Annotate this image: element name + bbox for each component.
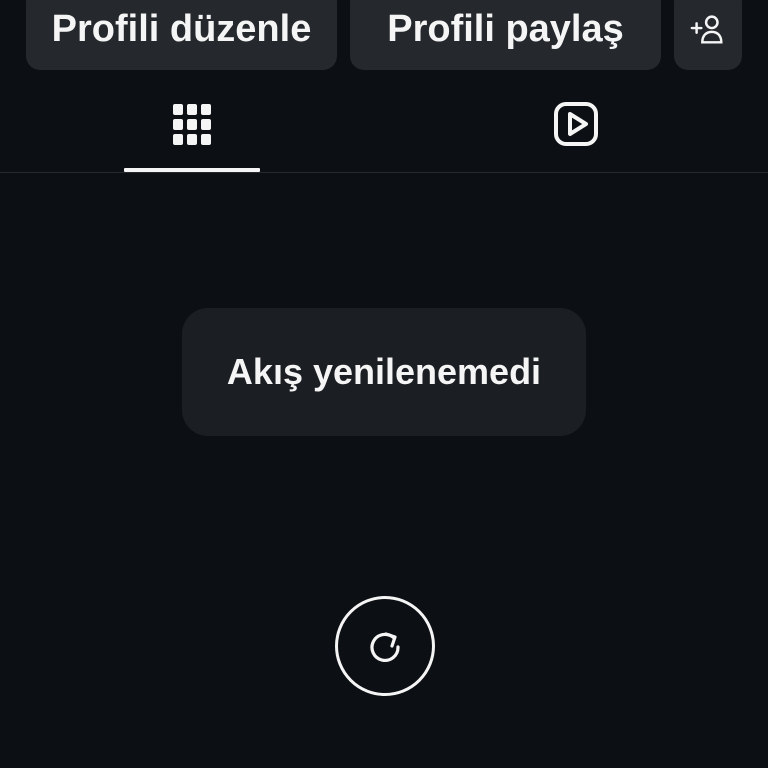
profile-actions: Profili düzenle Profili paylaş — [26, 0, 742, 70]
retry-button[interactable] — [335, 596, 435, 696]
refresh-icon — [370, 632, 400, 662]
profile-page: Profili düzenle Profili paylaş Akış yeni… — [0, 0, 768, 768]
feed-error-message: Akış yenilenemedi — [182, 308, 586, 436]
add-person-icon — [690, 15, 723, 44]
reels-icon — [554, 102, 598, 146]
share-profile-label: Profili paylaş — [387, 7, 624, 50]
feed-error-text: Akış yenilenemedi — [226, 351, 542, 392]
selected-tab-indicator — [124, 168, 260, 172]
profile-tabs — [0, 76, 768, 173]
tab-posts-grid[interactable] — [124, 76, 260, 172]
discover-people-button[interactable] — [674, 0, 742, 70]
edit-profile-label: Profili düzenle — [51, 7, 312, 50]
tab-reels[interactable] — [508, 76, 644, 172]
grid-icon — [173, 104, 211, 145]
share-profile-button[interactable]: Profili paylaş — [350, 0, 661, 70]
edit-profile-button[interactable]: Profili düzenle — [26, 0, 337, 70]
